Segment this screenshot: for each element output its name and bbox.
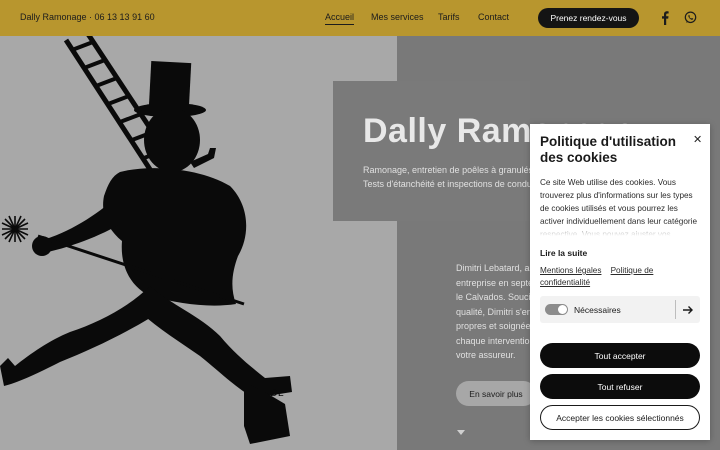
- appointment-button[interactable]: Prenez rendez-vous: [538, 8, 639, 28]
- cookie-title: Politique d'utilisation des cookies: [540, 134, 676, 165]
- hero-paragraph: Dimitri Lebatard, a entreprise en septe …: [456, 261, 532, 363]
- hero-paragraph-line: propres et soignée: [456, 321, 531, 331]
- accept-selected-button[interactable]: Accepter les cookies sélectionnés: [540, 405, 700, 430]
- refuse-all-button[interactable]: Tout refuser: [540, 374, 700, 399]
- hero-title-box: [333, 81, 530, 221]
- site-header: Dally Ramonage · 06 13 13 91 60 Accueil …: [0, 0, 720, 36]
- brand-phone[interactable]: Dally Ramonage · 06 13 13 91 60: [20, 12, 155, 22]
- hero-paragraph-line: entreprise en septe: [456, 277, 532, 288]
- hero-subtitle-line-2: Tests d'étanchéité et inspections de con…: [363, 179, 533, 189]
- necessary-cookies-label: Nécessaires: [574, 305, 621, 315]
- cookie-body-fade: [540, 222, 700, 236]
- hero-paragraph-line: le Calvados. Souci: [456, 292, 531, 302]
- arrow-right-icon[interactable]: [682, 303, 694, 315]
- hero-paragraph-line: chaque interventio: [456, 335, 530, 346]
- hero-subtitle-line-1: Ramonage, entretien de poêles à granulés: [363, 165, 533, 175]
- nav-accueil[interactable]: Accueil: [325, 12, 355, 25]
- nav-contact[interactable]: Contact: [478, 12, 509, 22]
- hero-paragraph-line: qualité, Dimitri s'en: [456, 306, 532, 317]
- hero-subtitle: Ramonage, entretien de poêles à granulés…: [363, 163, 533, 191]
- preference-divider: [675, 300, 676, 319]
- cookie-links: Mentions légales Politique de confidenti…: [540, 265, 700, 289]
- necessary-cookies-toggle[interactable]: [545, 304, 568, 315]
- learn-more-button[interactable]: En savoir plus: [456, 381, 536, 406]
- nav-mes-services[interactable]: Mes services: [371, 12, 424, 22]
- legal-notice-link[interactable]: Mentions légales: [540, 266, 601, 275]
- accept-all-button[interactable]: Tout accepter: [540, 343, 700, 368]
- nav-tarifs[interactable]: Tarifs: [438, 12, 460, 22]
- hero-paragraph-line: votre assureur.: [456, 350, 516, 360]
- hero-paragraph-line: Dimitri Lebatard, a: [456, 263, 530, 273]
- illustration-signature: DL: [270, 388, 284, 399]
- read-more-link[interactable]: Lire la suite: [540, 248, 587, 258]
- whatsapp-icon[interactable]: [684, 11, 697, 24]
- scroll-down-icon[interactable]: [457, 430, 465, 435]
- facebook-icon[interactable]: [660, 11, 670, 25]
